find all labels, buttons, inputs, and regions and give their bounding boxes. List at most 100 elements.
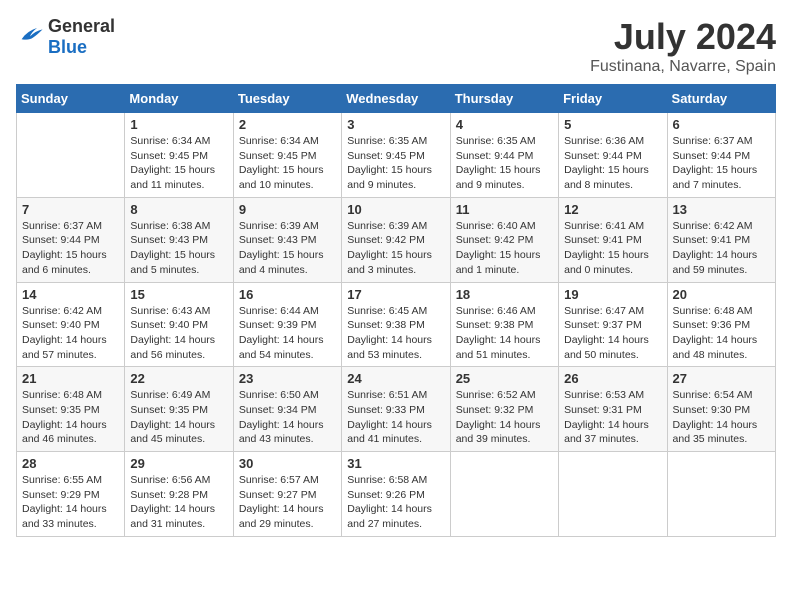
calendar-cell: 2Sunrise: 6:34 AM Sunset: 9:45 PM Daylig…	[233, 113, 341, 198]
day-number: 18	[456, 287, 553, 302]
day-number: 6	[673, 117, 770, 132]
day-number: 19	[564, 287, 661, 302]
calendar-cell: 1 Sunrise: 6:34 AM Sunset: 9:45 PM Daylig…	[125, 113, 233, 198]
weekday-header-thursday: Thursday	[450, 85, 558, 113]
calendar-cell: 24 Sunrise: 6:51 AM Sunset: 9:33 PM Dayli…	[342, 367, 450, 452]
day-number: 17	[347, 287, 444, 302]
logo-icon	[16, 25, 44, 50]
calendar-cell: 20Sunrise: 6:48 AM Sunset: 9:36 PM Dayli…	[667, 282, 775, 367]
calendar-cell: 6Sunrise: 6:37 AM Sunset: 9:44 PM Daylig…	[667, 113, 775, 198]
day-info: Sunrise: 6:34 AM Sunset: 9:45 PM Dayligh…	[239, 134, 336, 193]
location-title: Fustinana, Navarre, Spain	[590, 58, 776, 76]
calendar-week-row: 28 Sunrise: 6:55 AM Sunset: 9:29 PM Dayli…	[17, 452, 776, 537]
logo-text: General Blue	[48, 16, 115, 58]
day-number: 5	[564, 117, 661, 132]
calendar-week-row: 14Sunrise: 6:42 AM Sunset: 9:40 PM Dayli…	[17, 282, 776, 367]
day-number: 1	[130, 117, 227, 132]
title-block: July 2024 Fustinana, Navarre, Spain	[590, 16, 776, 76]
day-info: Sunrise: 6:57 AM Sunset: 9:27 PM Dayligh…	[239, 473, 336, 532]
calendar-cell	[450, 452, 558, 537]
calendar-cell: 27 Sunrise: 6:54 AM Sunset: 9:30 PM Dayli…	[667, 367, 775, 452]
day-number: 23	[239, 371, 336, 386]
weekday-header-wednesday: Wednesday	[342, 85, 450, 113]
day-number: 9	[239, 202, 336, 217]
day-info: Sunrise: 6:35 AM Sunset: 9:45 PM Dayligh…	[347, 134, 444, 193]
day-info: Sunrise: 6:38 AM Sunset: 9:43 PM Dayligh…	[130, 219, 227, 278]
day-info: Sunrise: 6:53 AM Sunset: 9:31 PM Dayligh…	[564, 388, 661, 447]
day-number: 20	[673, 287, 770, 302]
day-number: 14	[22, 287, 119, 302]
calendar-cell: 10Sunrise: 6:39 AM Sunset: 9:42 PM Dayli…	[342, 197, 450, 282]
calendar-cell: 11 Sunrise: 6:40 AM Sunset: 9:42 PM Dayli…	[450, 197, 558, 282]
calendar-week-row: 1 Sunrise: 6:34 AM Sunset: 9:45 PM Daylig…	[17, 113, 776, 198]
weekday-header-sunday: Sunday	[17, 85, 125, 113]
calendar-cell: 23 Sunrise: 6:50 AM Sunset: 9:34 PM Dayli…	[233, 367, 341, 452]
calendar-cell	[559, 452, 667, 537]
day-info: Sunrise: 6:52 AM Sunset: 9:32 PM Dayligh…	[456, 388, 553, 447]
calendar-cell: 4Sunrise: 6:35 AM Sunset: 9:44 PM Daylig…	[450, 113, 558, 198]
logo: General Blue	[16, 16, 115, 58]
day-info: Sunrise: 6:49 AM Sunset: 9:35 PM Dayligh…	[130, 388, 227, 447]
day-number: 4	[456, 117, 553, 132]
page-header: General Blue July 2024 Fustinana, Navarr…	[16, 16, 776, 76]
day-info: Sunrise: 6:34 AM Sunset: 9:45 PM Dayligh…	[130, 134, 227, 193]
month-title: July 2024	[590, 16, 776, 58]
calendar-cell: 30 Sunrise: 6:57 AM Sunset: 9:27 PM Dayli…	[233, 452, 341, 537]
day-info: Sunrise: 6:56 AM Sunset: 9:28 PM Dayligh…	[130, 473, 227, 532]
day-info: Sunrise: 6:50 AM Sunset: 9:34 PM Dayligh…	[239, 388, 336, 447]
day-info: Sunrise: 6:46 AM Sunset: 9:38 PM Dayligh…	[456, 304, 553, 363]
day-number: 21	[22, 371, 119, 386]
calendar-cell: 25Sunrise: 6:52 AM Sunset: 9:32 PM Dayli…	[450, 367, 558, 452]
day-number: 11	[456, 202, 553, 217]
calendar-cell: 18 Sunrise: 6:46 AM Sunset: 9:38 PM Dayli…	[450, 282, 558, 367]
calendar-cell: 17 Sunrise: 6:45 AM Sunset: 9:38 PM Dayli…	[342, 282, 450, 367]
day-info: Sunrise: 6:55 AM Sunset: 9:29 PM Dayligh…	[22, 473, 119, 532]
calendar-cell: 5 Sunrise: 6:36 AM Sunset: 9:44 PM Daylig…	[559, 113, 667, 198]
calendar-table: SundayMondayTuesdayWednesdayThursdayFrid…	[16, 84, 776, 537]
day-number: 31	[347, 456, 444, 471]
day-number: 24	[347, 371, 444, 386]
day-info: Sunrise: 6:45 AM Sunset: 9:38 PM Dayligh…	[347, 304, 444, 363]
weekday-header-tuesday: Tuesday	[233, 85, 341, 113]
calendar-cell: 31Sunrise: 6:58 AM Sunset: 9:26 PM Dayli…	[342, 452, 450, 537]
calendar-cell: 16 Sunrise: 6:44 AM Sunset: 9:39 PM Dayli…	[233, 282, 341, 367]
calendar-cell	[667, 452, 775, 537]
day-info: Sunrise: 6:36 AM Sunset: 9:44 PM Dayligh…	[564, 134, 661, 193]
day-number: 10	[347, 202, 444, 217]
day-info: Sunrise: 6:42 AM Sunset: 9:41 PM Dayligh…	[673, 219, 770, 278]
day-number: 27	[673, 371, 770, 386]
weekday-header-friday: Friday	[559, 85, 667, 113]
logo-blue: Blue	[48, 37, 87, 57]
calendar-week-row: 7 Sunrise: 6:37 AM Sunset: 9:44 PM Daylig…	[17, 197, 776, 282]
calendar-cell: 13 Sunrise: 6:42 AM Sunset: 9:41 PM Dayli…	[667, 197, 775, 282]
day-number: 8	[130, 202, 227, 217]
calendar-week-row: 21Sunrise: 6:48 AM Sunset: 9:35 PM Dayli…	[17, 367, 776, 452]
day-number: 16	[239, 287, 336, 302]
logo-general: General	[48, 16, 115, 36]
day-info: Sunrise: 6:54 AM Sunset: 9:30 PM Dayligh…	[673, 388, 770, 447]
weekday-header-monday: Monday	[125, 85, 233, 113]
day-info: Sunrise: 6:41 AM Sunset: 9:41 PM Dayligh…	[564, 219, 661, 278]
day-info: Sunrise: 6:40 AM Sunset: 9:42 PM Dayligh…	[456, 219, 553, 278]
calendar-cell: 15Sunrise: 6:43 AM Sunset: 9:40 PM Dayli…	[125, 282, 233, 367]
day-number: 28	[22, 456, 119, 471]
calendar-cell: 22 Sunrise: 6:49 AM Sunset: 9:35 PM Dayli…	[125, 367, 233, 452]
day-number: 12	[564, 202, 661, 217]
calendar-cell: 9Sunrise: 6:39 AM Sunset: 9:43 PM Daylig…	[233, 197, 341, 282]
weekday-header-row: SundayMondayTuesdayWednesdayThursdayFrid…	[17, 85, 776, 113]
day-number: 26	[564, 371, 661, 386]
calendar-cell: 26 Sunrise: 6:53 AM Sunset: 9:31 PM Dayli…	[559, 367, 667, 452]
day-info: Sunrise: 6:43 AM Sunset: 9:40 PM Dayligh…	[130, 304, 227, 363]
day-number: 7	[22, 202, 119, 217]
calendar-cell: 12 Sunrise: 6:41 AM Sunset: 9:41 PM Dayli…	[559, 197, 667, 282]
day-info: Sunrise: 6:37 AM Sunset: 9:44 PM Dayligh…	[22, 219, 119, 278]
day-info: Sunrise: 6:51 AM Sunset: 9:33 PM Dayligh…	[347, 388, 444, 447]
day-info: Sunrise: 6:44 AM Sunset: 9:39 PM Dayligh…	[239, 304, 336, 363]
calendar-cell: 29Sunrise: 6:56 AM Sunset: 9:28 PM Dayli…	[125, 452, 233, 537]
day-number: 13	[673, 202, 770, 217]
weekday-header-saturday: Saturday	[667, 85, 775, 113]
day-number: 30	[239, 456, 336, 471]
day-number: 22	[130, 371, 227, 386]
calendar-cell: 8 Sunrise: 6:38 AM Sunset: 9:43 PM Daylig…	[125, 197, 233, 282]
day-info: Sunrise: 6:47 AM Sunset: 9:37 PM Dayligh…	[564, 304, 661, 363]
